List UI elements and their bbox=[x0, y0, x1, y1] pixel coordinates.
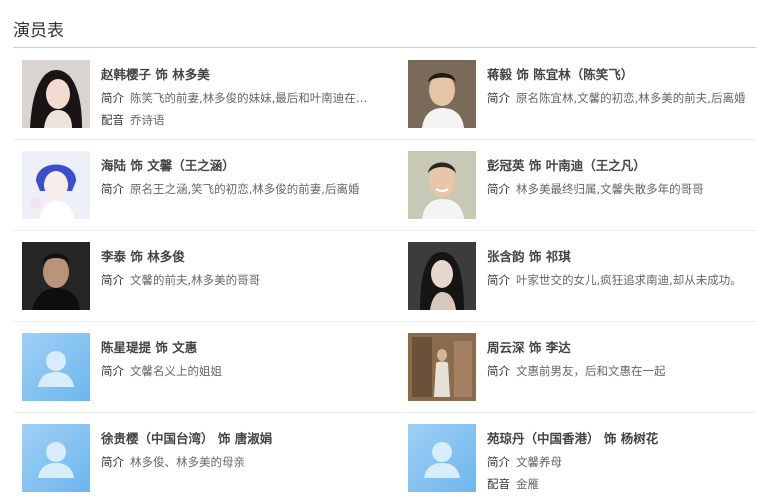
cast-item: 赵韩樱子 饰 林多美 简介 陈笑飞的前妻,林多俊的妹妹,最后和叶南迪在一起 配音乔… bbox=[13, 49, 399, 140]
intro-text: 文馨名义上的姐姐 bbox=[130, 364, 222, 378]
intro-text: 文馨的前夫,林多美的哥哥 bbox=[130, 273, 261, 287]
dub-text: 乔诗语 bbox=[130, 113, 165, 127]
actor-photo[interactable] bbox=[22, 242, 90, 310]
intro-text: 原名陈宜林,文馨的初恋,林多美的前夫,后离婚 bbox=[516, 91, 746, 105]
actor-role-name[interactable]: 张含韵 饰 祁琪 bbox=[487, 248, 752, 265]
actor-role-name[interactable]: 海陆 饰 文馨（王之涵） bbox=[101, 157, 395, 174]
actor-role-name[interactable]: 陈星瑅提 饰 文惠 bbox=[101, 339, 395, 356]
actor-photo[interactable] bbox=[408, 333, 476, 401]
actor-photo[interactable] bbox=[22, 60, 90, 128]
actor-role-name[interactable]: 李泰 饰 林多俊 bbox=[101, 248, 395, 265]
actor-photo[interactable] bbox=[408, 151, 476, 219]
actor-photo[interactable] bbox=[408, 242, 476, 310]
avatar-placeholder-icon[interactable] bbox=[408, 424, 476, 492]
intro-text: 林多俊、林多美的母亲 bbox=[130, 455, 245, 469]
cast-item: 陈星瑅提 饰 文惠 简介 文馨名义上的姐姐 bbox=[13, 322, 399, 413]
actor-role-name[interactable]: 蒋毅 饰 陈宜林（陈笑飞） bbox=[487, 66, 752, 83]
cast-list: 赵韩樱子 饰 林多美 简介 陈笑飞的前妻,林多俊的妹妹,最后和叶南迪在一起 配音乔… bbox=[13, 49, 756, 504]
cast-item: 苑琼丹（中国香港） 饰 杨树花 简介 文馨养母 配音 金雁 bbox=[399, 413, 756, 504]
dub-label: 配音 bbox=[487, 477, 510, 491]
intro-text: 原名王之涵,笑飞的初恋,林多俊的前妻,后离婚 bbox=[130, 182, 360, 196]
actor-photo[interactable] bbox=[408, 60, 476, 128]
avatar-placeholder-icon[interactable] bbox=[22, 424, 90, 492]
intro-label: 简介 bbox=[487, 273, 510, 287]
intro-text: 林多美最终归属,文馨失散多年的哥哥 bbox=[516, 182, 704, 196]
intro-text: 叶家世交的女儿,疯狂追求南迪,却从未成功。 bbox=[516, 273, 742, 287]
actor-photo[interactable] bbox=[22, 151, 90, 219]
intro-label: 简介 bbox=[101, 455, 124, 469]
intro-label: 简介 bbox=[487, 182, 510, 196]
intro-label: 简介 bbox=[101, 364, 124, 378]
dub-label: 配音 bbox=[101, 113, 124, 127]
actor-role-name[interactable]: 周云深 饰 李达 bbox=[487, 339, 752, 356]
cast-item: 海陆 饰 文馨（王之涵） 简介 原名王之涵,笑飞的初恋,林多俊的前妻,后离婚 bbox=[13, 140, 399, 231]
cast-item: 蒋毅 饰 陈宜林（陈笑飞） 简介 原名陈宜林,文馨的初恋,林多美的前夫,后离婚 bbox=[399, 49, 756, 140]
dub-text: 金雁 bbox=[516, 477, 539, 491]
intro-text: 陈笑飞的前妻,林多俊的妹妹,最后和叶南迪在一起 bbox=[130, 91, 371, 105]
actor-role-name[interactable]: 苑琼丹（中国香港） 饰 杨树花 bbox=[487, 430, 752, 447]
cast-item: 周云深 饰 李达 简介 文惠前男友，后和文惠在一起 bbox=[399, 322, 756, 413]
intro-label: 简介 bbox=[487, 91, 510, 105]
actor-role-name[interactable]: 赵韩樱子 饰 林多美 bbox=[101, 66, 395, 83]
intro-label: 简介 bbox=[487, 455, 510, 469]
actor-role-name[interactable]: 彭冠英 饰 叶南迪（王之凡） bbox=[487, 157, 752, 174]
section-title: 演员表 bbox=[13, 21, 64, 41]
actor-role-name[interactable]: 徐贵樱（中国台湾） 饰 唐淑娟 bbox=[101, 430, 395, 447]
cast-item: 张含韵 饰 祁琪 简介 叶家世交的女儿,疯狂追求南迪,却从未成功。 bbox=[399, 231, 756, 322]
cast-item: 李泰 饰 林多俊 简介 文馨的前夫,林多美的哥哥 bbox=[13, 231, 399, 322]
avatar-placeholder-icon[interactable] bbox=[22, 333, 90, 401]
intro-label: 简介 bbox=[101, 91, 124, 105]
cast-item: 彭冠英 饰 叶南迪（王之凡） 简介 林多美最终归属,文馨失散多年的哥哥 bbox=[399, 140, 756, 231]
cast-item: 徐贵樱（中国台湾） 饰 唐淑娟 简介 林多俊、林多美的母亲 bbox=[13, 413, 399, 504]
title-divider bbox=[13, 47, 756, 48]
intro-label: 简介 bbox=[101, 273, 124, 287]
intro-text: 文惠前男友，后和文惠在一起 bbox=[516, 364, 666, 378]
intro-label: 简介 bbox=[487, 364, 510, 378]
intro-label: 简介 bbox=[101, 182, 124, 196]
intro-text: 文馨养母 bbox=[516, 455, 562, 469]
